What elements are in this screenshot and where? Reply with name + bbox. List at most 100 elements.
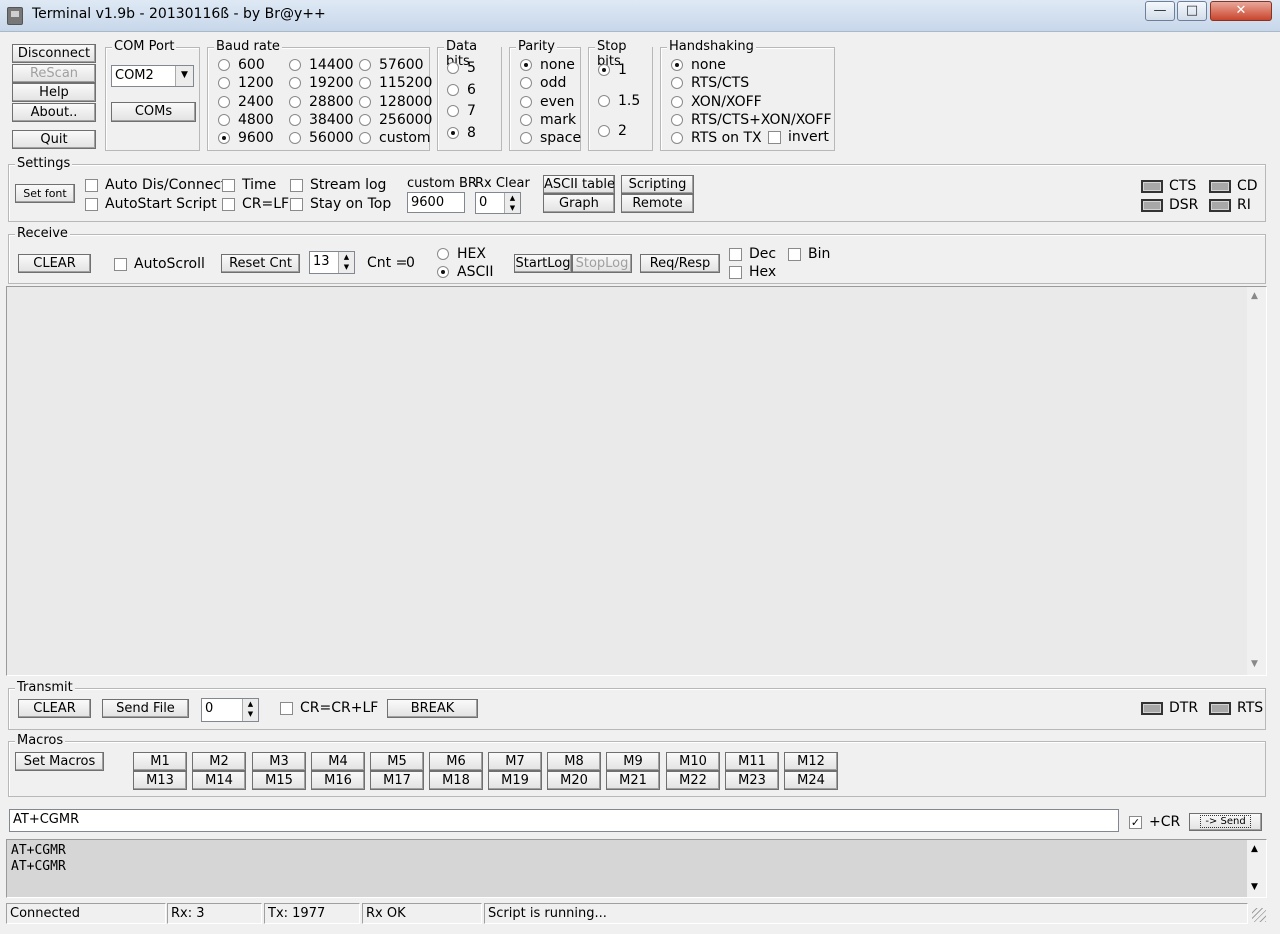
macro-button-m13[interactable]: M13: [133, 771, 187, 790]
about-button[interactable]: About..: [12, 103, 96, 122]
remote-button[interactable]: Remote: [621, 194, 694, 213]
help-button[interactable]: Help: [12, 83, 96, 102]
data-bits-radio-7[interactable]: 7: [447, 103, 476, 119]
graph-button[interactable]: Graph: [543, 194, 615, 213]
startlog-button[interactable]: StartLog: [514, 254, 572, 273]
chevron-down-icon[interactable]: ▼: [175, 66, 193, 86]
macro-button-m4[interactable]: M4: [311, 752, 365, 771]
handshaking-radio-rts-cts[interactable]: RTS/CTS: [671, 75, 749, 91]
baud-radio-2400[interactable]: 2400: [218, 94, 274, 110]
parity-radio-mark[interactable]: mark: [520, 112, 576, 128]
send-file-button[interactable]: Send File: [102, 699, 189, 718]
macro-button-m2[interactable]: M2: [192, 752, 246, 771]
baud-radio-14400[interactable]: 14400: [289, 57, 354, 73]
disconnect-button[interactable]: Disconnect: [12, 44, 96, 63]
spinner-arrows-icon[interactable]: ▲ ▼: [504, 193, 520, 213]
data-bits-radio-8[interactable]: 8: [447, 125, 476, 141]
baud-radio-56000[interactable]: 56000: [289, 130, 354, 146]
transmit-log-area[interactable]: AT+CGMR AT+CGMR ▲ ▼: [6, 839, 1267, 898]
macro-button-m1[interactable]: M1: [133, 752, 187, 771]
stop-bits-radio-1-5[interactable]: 1.5: [598, 93, 640, 109]
baud-radio-9600[interactable]: 9600: [218, 130, 274, 146]
stop-bits-radio-2[interactable]: 2: [598, 123, 627, 139]
bin-checkbox[interactable]: Bin: [788, 246, 830, 262]
baud-radio-57600[interactable]: 57600: [359, 57, 424, 73]
macro-button-m6[interactable]: M6: [429, 752, 483, 771]
auto-dis-connect-checkbox[interactable]: Auto Dis/Connect: [85, 177, 227, 193]
reset-cnt-button[interactable]: Reset Cnt: [221, 254, 300, 273]
time-checkbox[interactable]: Time: [222, 177, 276, 193]
baud-radio-19200[interactable]: 19200: [289, 75, 354, 91]
spinner-arrows-icon[interactable]: ▲ ▼: [242, 699, 258, 721]
macro-button-m19[interactable]: M19: [488, 771, 542, 790]
macro-button-m18[interactable]: M18: [429, 771, 483, 790]
baud-radio-28800[interactable]: 28800: [289, 94, 354, 110]
transmit-spinner[interactable]: 0 ▲ ▼: [201, 698, 259, 722]
macro-button-m23[interactable]: M23: [725, 771, 779, 790]
parity-radio-even[interactable]: even: [520, 94, 574, 110]
rescan-button[interactable]: ReScan: [12, 64, 96, 83]
cr-lf-checkbox[interactable]: CR=LF: [222, 196, 289, 212]
receive-clear-button[interactable]: CLEAR: [18, 254, 91, 273]
resize-grip-icon[interactable]: [1252, 908, 1266, 922]
cr-cr-lf-checkbox[interactable]: CR=CR+LF: [280, 700, 378, 716]
req-resp-button[interactable]: Req/Resp: [640, 254, 720, 273]
baud-radio-custom[interactable]: custom: [359, 130, 431, 146]
spinner-arrows-icon[interactable]: ▲ ▼: [338, 252, 354, 273]
macro-button-m5[interactable]: M5: [370, 752, 424, 771]
com-port-select[interactable]: COM2 ▼: [111, 65, 194, 87]
transmit-log-scrollbar[interactable]: ▲ ▼: [1247, 840, 1266, 897]
break-button[interactable]: BREAK: [387, 699, 478, 718]
scroll-down-icon[interactable]: ▼: [1251, 659, 1258, 669]
ascii-table-button[interactable]: ASCII table: [543, 175, 615, 194]
macro-button-m3[interactable]: M3: [252, 752, 306, 771]
parity-radio-none[interactable]: none: [520, 57, 575, 73]
macro-button-m21[interactable]: M21: [606, 771, 660, 790]
baud-radio-600[interactable]: 600: [218, 57, 265, 73]
rx-clear-spinner[interactable]: 0 ▲ ▼: [475, 192, 521, 214]
baud-radio-1200[interactable]: 1200: [218, 75, 274, 91]
data-bits-radio-5[interactable]: 5: [447, 60, 476, 76]
macro-button-m15[interactable]: M15: [252, 771, 306, 790]
baud-radio-38400[interactable]: 38400: [289, 112, 354, 128]
scroll-up-icon[interactable]: ▲: [1251, 291, 1258, 301]
receive-text-area[interactable]: ▲ ▼: [6, 286, 1267, 676]
ascii-radio[interactable]: ASCII: [437, 264, 494, 280]
macro-button-m24[interactable]: M24: [784, 771, 838, 790]
minimize-button[interactable]: —: [1145, 1, 1175, 21]
hex-checkbox[interactable]: Hex: [729, 264, 776, 280]
scroll-up-icon[interactable]: ▲: [1251, 844, 1258, 854]
stoplog-button[interactable]: StopLog: [572, 254, 632, 273]
plus-cr-checkbox[interactable]: ✓ +CR: [1129, 814, 1180, 830]
baud-radio-115200[interactable]: 115200: [359, 75, 432, 91]
stay-on-top-checkbox[interactable]: Stay on Top: [290, 196, 391, 212]
dec-checkbox[interactable]: Dec: [729, 246, 776, 262]
handshaking-radio-none[interactable]: none: [671, 57, 726, 73]
hex-radio[interactable]: HEX: [437, 246, 486, 262]
invert-checkbox[interactable]: invert: [768, 129, 829, 145]
scroll-down-icon[interactable]: ▼: [1251, 882, 1258, 892]
set-font-button[interactable]: Set font: [15, 184, 75, 203]
stop-bits-radio-1[interactable]: 1: [598, 62, 627, 78]
parity-radio-odd[interactable]: odd: [520, 75, 566, 91]
stream-log-checkbox[interactable]: Stream log: [290, 177, 386, 193]
command-input[interactable]: AT+CGMR: [9, 809, 1119, 832]
macro-button-m12[interactable]: M12: [784, 752, 838, 771]
baud-radio-128000[interactable]: 128000: [359, 94, 432, 110]
autostart-script-checkbox[interactable]: AutoStart Script: [85, 196, 217, 212]
autoscroll-checkbox[interactable]: AutoScroll: [114, 256, 205, 272]
macro-button-m14[interactable]: M14: [192, 771, 246, 790]
macro-button-m20[interactable]: M20: [547, 771, 601, 790]
scripting-button[interactable]: Scripting: [621, 175, 694, 194]
close-button[interactable]: ✕: [1210, 1, 1272, 21]
parity-radio-space[interactable]: space: [520, 130, 581, 146]
macro-button-m22[interactable]: M22: [666, 771, 720, 790]
receive-scrollbar[interactable]: ▲ ▼: [1247, 287, 1266, 675]
macro-button-m16[interactable]: M16: [311, 771, 365, 790]
macro-button-m11[interactable]: M11: [725, 752, 779, 771]
handshaking-radio-xon-xoff[interactable]: XON/XOFF: [671, 94, 762, 110]
maximize-button[interactable]: □: [1177, 1, 1207, 21]
data-bits-radio-6[interactable]: 6: [447, 82, 476, 98]
set-macros-button[interactable]: Set Macros: [15, 752, 104, 771]
baud-radio-4800[interactable]: 4800: [218, 112, 274, 128]
